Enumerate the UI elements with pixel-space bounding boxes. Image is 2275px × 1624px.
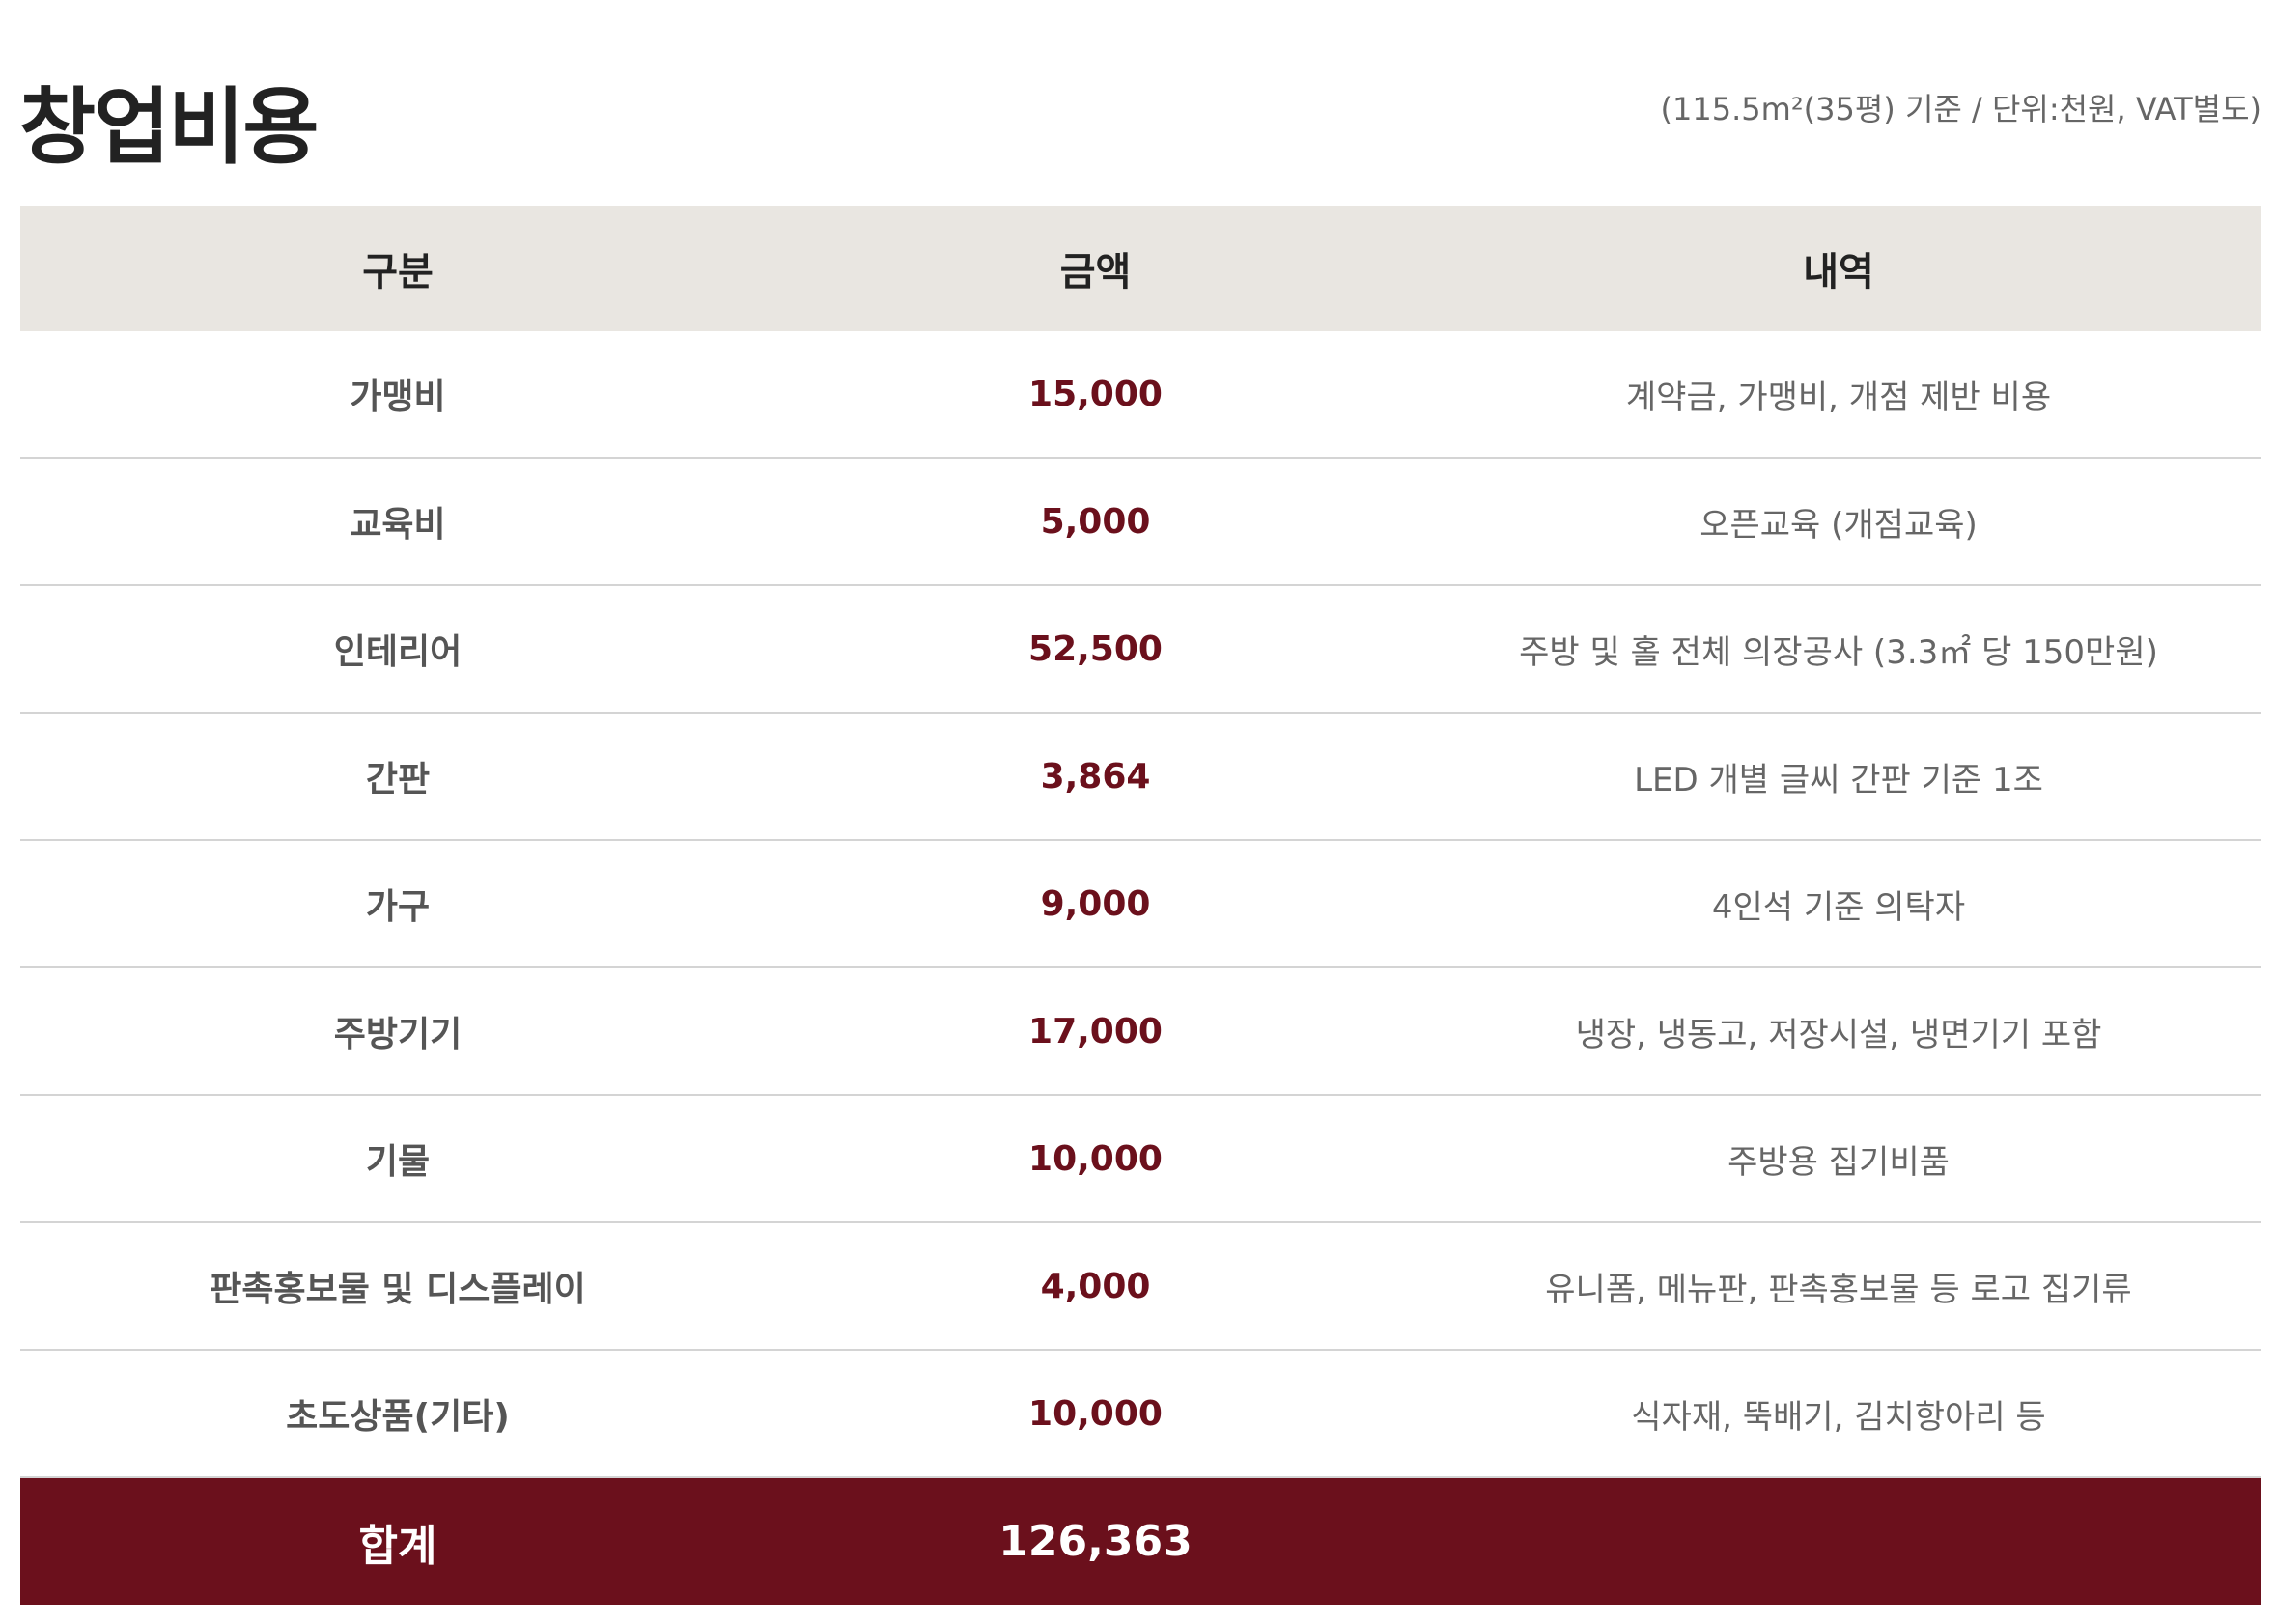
table-row: 가구 9,000 4인석 기준 의탁자 [20,840,2261,968]
row-amount: 5,000 [775,458,1416,586]
unit-note: (115.5m²(35평) 기준 / 단위:천원, VAT별도) [1660,91,2261,127]
total-label: 합계 [20,1477,775,1605]
row-amount: 4,000 [775,1222,1416,1351]
row-amount: 10,000 [775,1350,1416,1478]
cost-table: 구분 금액 내역 가맹비 15,000 계약금, 가맹비, 개점 제반 비용 교… [20,206,2261,1605]
table-row: 간판 3,864 LED 개별 글씨 간판 기준 1조 [20,713,2261,841]
row-amount: 10,000 [775,1095,1416,1223]
row-details: 4인석 기준 의탁자 [1416,840,2261,968]
row-category: 교육비 [20,458,775,586]
table-row: 가맹비 15,000 계약금, 가맹비, 개점 제반 비용 [20,331,2261,459]
total-amount: 126,363 [775,1477,1416,1605]
row-details: 냉장, 냉동고, 저장시설, 냉면기기 포함 [1416,967,2261,1096]
row-details: 식자재, 뚝배기, 김치항아리 등 [1416,1350,2261,1478]
total-row: 합계 126,363 [20,1477,2261,1605]
row-category: 가맹비 [20,331,775,459]
row-details: 주방 및 홀 전체 의장공사 (3.3㎡ 당 150만원) [1416,585,2261,714]
row-amount: 52,500 [775,585,1416,714]
header-category: 구분 [20,206,775,331]
row-amount: 17,000 [775,967,1416,1096]
row-amount: 9,000 [775,840,1416,968]
row-category: 간판 [20,713,775,841]
page-title: 창업비용 [19,77,319,176]
row-details: 계약금, 가맹비, 개점 제반 비용 [1416,331,2261,459]
header-details: 내역 [1416,206,2261,331]
row-category: 인테리어 [20,585,775,714]
table-row: 기물 10,000 주방용 집기비품 [20,1095,2261,1223]
table-header-row: 구분 금액 내역 [20,206,2261,331]
row-category: 가구 [20,840,775,968]
row-details: 오픈교육 (개점교육) [1416,458,2261,586]
table-row: 초도상품(기타) 10,000 식자재, 뚝배기, 김치항아리 등 [20,1350,2261,1478]
row-category: 판촉홍보물 및 디스플레이 [20,1222,775,1351]
table-row: 인테리어 52,500 주방 및 홀 전체 의장공사 (3.3㎡ 당 150만원… [20,585,2261,714]
table-row: 판촉홍보물 및 디스플레이 4,000 유니폼, 메뉴판, 판촉홍보물 등 로고… [20,1222,2261,1351]
row-category: 초도상품(기타) [20,1350,775,1478]
table-row: 교육비 5,000 오픈교육 (개점교육) [20,458,2261,586]
row-amount: 15,000 [775,331,1416,459]
row-amount: 3,864 [775,713,1416,841]
row-details: 주방용 집기비품 [1416,1095,2261,1223]
total-details-empty [1416,1477,2261,1605]
row-details: LED 개별 글씨 간판 기준 1조 [1416,713,2261,841]
header-amount: 금액 [775,206,1416,331]
row-category: 기물 [20,1095,775,1223]
row-details: 유니폼, 메뉴판, 판촉홍보물 등 로고 집기류 [1416,1222,2261,1351]
table-row: 주방기기 17,000 냉장, 냉동고, 저장시설, 냉면기기 포함 [20,967,2261,1096]
row-category: 주방기기 [20,967,775,1096]
